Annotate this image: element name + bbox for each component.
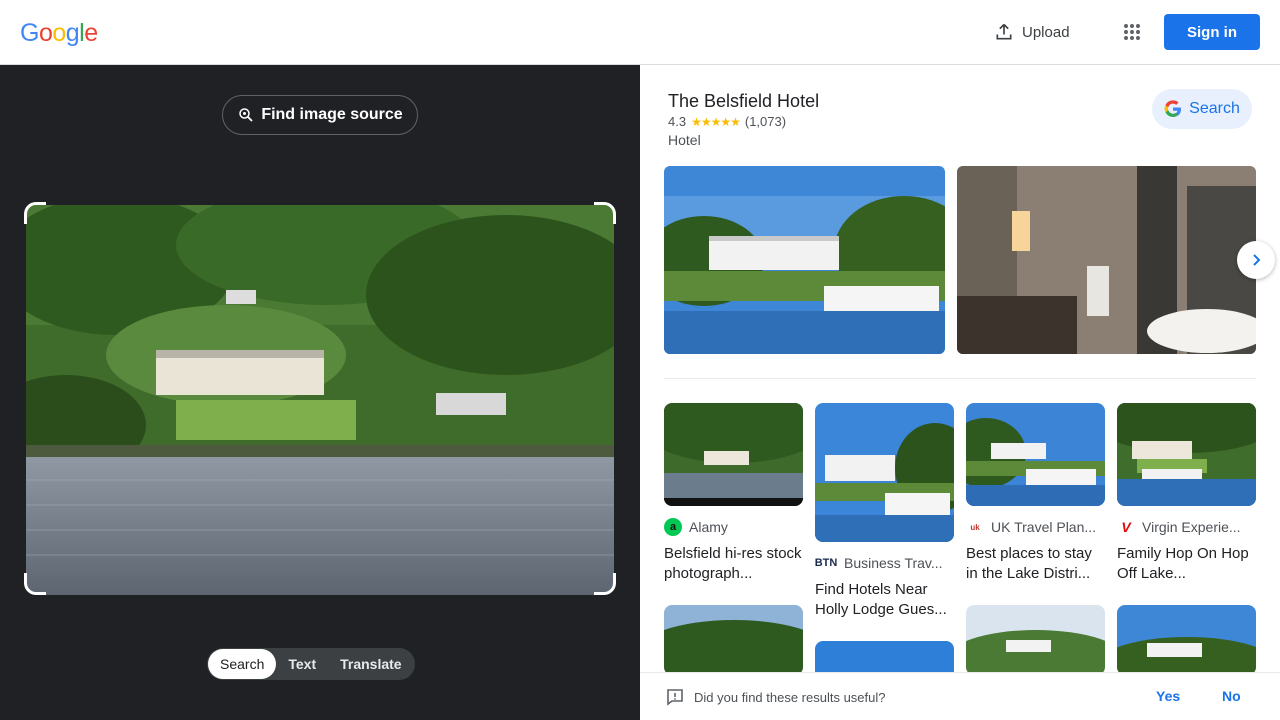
btn-icon: BTN (815, 557, 838, 569)
alamy-icon: a (664, 518, 682, 536)
google-g-icon (1164, 100, 1182, 117)
feedback-no-button[interactable]: No (1222, 688, 1241, 704)
result-thumbnail[interactable] (966, 605, 1105, 675)
query-image[interactable] (26, 205, 614, 595)
result-card[interactable]: V Virgin Experie... Family Hop On Hop Of… (1117, 403, 1256, 584)
upload-icon (996, 23, 1012, 40)
star-rating-icon: ★★★★★ (691, 114, 741, 129)
logo-letter: g (65, 19, 80, 47)
result-thumbnail[interactable] (664, 403, 803, 506)
crop-handle-top-left[interactable] (24, 202, 46, 224)
virgin-icon: V (1121, 519, 1131, 535)
tab-search[interactable]: Search (208, 649, 277, 679)
result-source-name: UK Travel Plan... (991, 519, 1097, 535)
crop-handle-bottom-right[interactable] (594, 573, 616, 595)
result-caption[interactable]: Family Hop On Hop Off Lake... (1117, 544, 1256, 584)
result-thumbnail[interactable] (1117, 605, 1256, 675)
review-count[interactable]: (1,073) (745, 114, 786, 129)
result-thumbnail[interactable] (966, 403, 1105, 506)
sign-in-button[interactable]: Sign in (1164, 14, 1260, 50)
result-source: uk UK Travel Plan... (966, 518, 1105, 536)
feedback-icon (667, 689, 683, 706)
result-source-name: Virgin Experie... (1142, 519, 1241, 535)
top-header: Google Upload Sign in (0, 0, 1280, 65)
result-source: V Virgin Experie... (1117, 518, 1256, 536)
entity-search-button[interactable]: Search (1152, 89, 1252, 129)
image-search-icon (239, 108, 253, 122)
result-card[interactable]: a Alamy Belsfield hi-res stock photograp… (664, 403, 803, 584)
feedback-bar: Did you find these results useful? Yes N… (640, 672, 1280, 720)
result-card[interactable]: BTN Business Trav... Find Hotels Near Ho… (815, 403, 954, 620)
lake-hotel-image (26, 205, 614, 595)
result-caption[interactable]: Belsfield hi-res stock photograph... (664, 544, 803, 584)
result-source-name: Alamy (689, 519, 728, 535)
find-image-source-button[interactable]: Find image source (222, 95, 418, 135)
result-card[interactable] (966, 605, 1105, 675)
entity-search-label: Search (1189, 100, 1240, 117)
upload-label: Upload (1022, 23, 1070, 41)
query-image-pane: Find image source Search Text Translate (0, 65, 640, 720)
tab-translate[interactable]: Translate (328, 649, 413, 679)
gallery-next-button[interactable] (1237, 241, 1275, 279)
result-thumbnail[interactable] (664, 605, 803, 675)
result-source: a Alamy (664, 518, 803, 536)
chevron-right-icon (1253, 254, 1261, 266)
section-divider (664, 378, 1256, 379)
crop-handle-bottom-left[interactable] (24, 573, 46, 595)
tab-text[interactable]: Text (276, 649, 328, 679)
logo-letter: o (52, 19, 66, 47)
gallery-image-bathroom[interactable] (957, 166, 1256, 354)
rating-row: 4.3 ★★★★★ (1,073) (668, 114, 786, 129)
logo-letter: G (20, 19, 39, 47)
result-thumbnail[interactable] (1117, 403, 1256, 506)
entity-title[interactable]: The Belsfield Hotel (668, 91, 819, 112)
result-caption[interactable]: Best places to stay in the Lake Distri..… (966, 544, 1105, 584)
apps-grid-icon (1124, 24, 1140, 40)
result-source-name: Business Trav... (844, 555, 943, 571)
results-pane: The Belsfield Hotel 4.3 ★★★★★ (1,073) Ho… (640, 65, 1280, 720)
result-source: BTN Business Trav... (815, 554, 954, 572)
feedback-question: Did you find these results useful? (694, 690, 886, 705)
result-card[interactable] (664, 605, 803, 675)
logo-letter: o (38, 19, 53, 47)
logo-letter: e (84, 19, 98, 47)
mode-tabs: Search Text Translate (207, 648, 415, 680)
find-image-source-label: Find image source (261, 106, 403, 123)
result-caption[interactable]: Find Hotels Near Holly Lodge Gues... (815, 580, 954, 620)
google-logo[interactable]: Google (20, 19, 98, 48)
result-card[interactable]: uk UK Travel Plan... Best places to stay… (966, 403, 1105, 584)
rating-value: 4.3 (668, 114, 687, 129)
apps-button[interactable] (1116, 16, 1148, 48)
entity-type: Hotel (668, 132, 701, 148)
uk-travel-planning-icon: uk (970, 522, 980, 532)
upload-button[interactable]: Upload (984, 14, 1080, 50)
feedback-yes-button[interactable]: Yes (1156, 688, 1180, 704)
result-card[interactable] (1117, 605, 1256, 675)
result-thumbnail[interactable] (815, 403, 954, 542)
crop-handle-top-right[interactable] (594, 202, 616, 224)
gallery-image-exterior[interactable] (664, 166, 945, 354)
